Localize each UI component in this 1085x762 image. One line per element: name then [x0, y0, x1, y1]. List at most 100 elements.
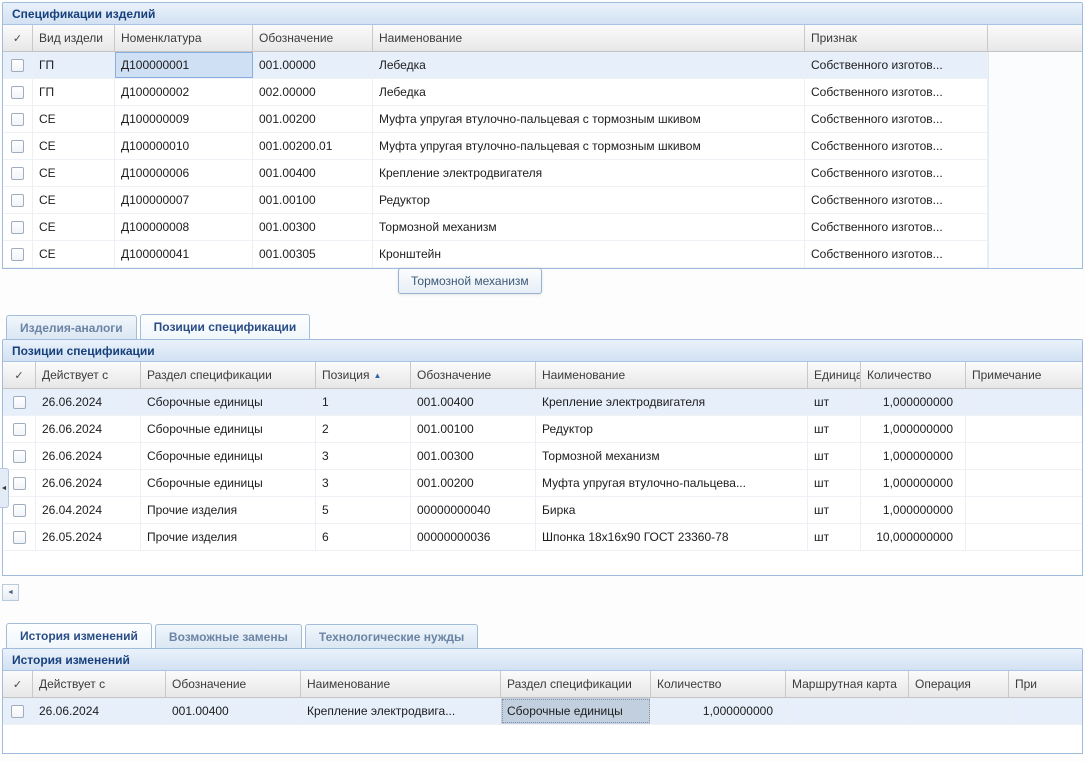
cell-check: [3, 241, 33, 267]
cell-quantity: 1,000000000: [861, 497, 966, 523]
history-header-row: ✓ Действует с Обозначение Наименование Р…: [3, 671, 1082, 698]
cell-note: [966, 389, 1082, 415]
tab-spec-positions[interactable]: Позиции спецификации: [140, 314, 311, 339]
cell-nomenclature: Д100000010: [115, 133, 253, 159]
positions-header-row: ✓ Действует с Раздел спецификации Позици…: [3, 362, 1082, 389]
row-checkbox[interactable]: [11, 86, 24, 99]
cell-nomenclature: Д100000007: [115, 187, 253, 213]
cell-designation: 001.00400: [253, 160, 373, 186]
row-checkbox[interactable]: [11, 113, 24, 126]
column-header-name[interactable]: Наименование: [536, 362, 808, 388]
cell-valid-from: 26.06.2024: [36, 470, 141, 496]
cell-position: 1: [316, 389, 411, 415]
cell-designation: 001.00400: [411, 389, 536, 415]
row-checkbox[interactable]: [11, 167, 24, 180]
row-checkbox[interactable]: [11, 59, 24, 72]
cell-position: 2: [316, 416, 411, 442]
cell-valid-from: 26.06.2024: [36, 389, 141, 415]
row-checkbox[interactable]: [13, 450, 26, 463]
horizontal-scrollbar[interactable]: ◄: [2, 584, 1083, 601]
column-header-note[interactable]: Примечание: [966, 362, 1082, 388]
column-header-attribute[interactable]: Признак: [805, 25, 988, 51]
cell-note: [966, 416, 1082, 442]
table-row[interactable]: 26.06.2024 Сборочные единицы 3 001.00200…: [3, 470, 1082, 497]
table-row[interactable]: ГП Д100000002 002.00000 Лебедка Собствен…: [3, 79, 988, 106]
row-checkbox[interactable]: [11, 140, 24, 153]
row-checkbox[interactable]: [13, 423, 26, 436]
column-header-section[interactable]: Раздел спецификации: [141, 362, 316, 388]
column-header-quantity[interactable]: Количество: [861, 362, 966, 388]
select-all-header[interactable]: ✓: [3, 671, 33, 697]
scroll-left-icon: ◄: [7, 589, 14, 596]
table-row[interactable]: 26.06.2024 001.00400 Крепление электродв…: [3, 698, 1082, 725]
cell-attribute: Собственного изготов...: [805, 133, 988, 159]
column-header-label: Позиция: [322, 368, 369, 382]
table-row[interactable]: 26.06.2024 Сборочные единицы 1 001.00400…: [3, 389, 1082, 416]
row-checkbox[interactable]: [13, 477, 26, 490]
tab-possible-replacements[interactable]: Возможные замены: [155, 624, 302, 648]
cell-designation: 00000000040: [411, 497, 536, 523]
table-row[interactable]: 26.04.2024 Прочие изделия 5 00000000040 …: [3, 497, 1082, 524]
column-header-designation[interactable]: Обозначение: [411, 362, 536, 388]
select-all-header[interactable]: ✓: [3, 362, 36, 388]
column-header-valid-from[interactable]: Действует с: [33, 671, 166, 697]
tab-technological-needs[interactable]: Технологические нужды: [305, 624, 478, 648]
column-header-route-card[interactable]: Маршрутная карта: [786, 671, 909, 697]
column-header-nomenclature[interactable]: Номенклатура: [115, 25, 253, 51]
table-row[interactable]: СЕ Д100000006 001.00400 Крепление электр…: [3, 160, 988, 187]
splitter-collapse-button[interactable]: ◄: [0, 468, 9, 508]
cell-designation: 002.00000: [253, 79, 373, 105]
column-header-note[interactable]: При: [1009, 671, 1082, 697]
column-header-vid[interactable]: Вид издели: [33, 25, 115, 51]
cell-attribute: Собственного изготов...: [805, 52, 988, 78]
column-header-operation[interactable]: Операция: [909, 671, 1009, 697]
cell-designation: 001.00000: [253, 52, 373, 78]
cell-note: [1009, 698, 1082, 724]
table-row[interactable]: 26.06.2024 Сборочные единицы 2 001.00100…: [3, 416, 1082, 443]
row-checkbox[interactable]: [11, 221, 24, 234]
column-header-name[interactable]: Наименование: [301, 671, 501, 697]
spec-positions-panel: Позиции спецификации ✓ Действует с Разде…: [2, 339, 1083, 576]
cell-unit: шт: [808, 497, 861, 523]
row-checkbox[interactable]: [13, 504, 26, 517]
column-header-position[interactable]: Позиция▲: [316, 362, 411, 388]
table-row[interactable]: СЕ Д100000041 001.00305 Кронштейн Собств…: [3, 241, 988, 268]
table-row[interactable]: СЕ Д100000010 001.00200.01 Муфта упругая…: [3, 133, 988, 160]
cell-vid: СЕ: [33, 214, 115, 240]
checkmark-icon: ✓: [14, 369, 23, 382]
table-row[interactable]: СЕ Д100000007 001.00100 Редуктор Собстве…: [3, 187, 988, 214]
cell-name: Редуктор: [373, 187, 805, 213]
table-row[interactable]: ГП Д100000001 001.00000 Лебедка Собствен…: [3, 52, 988, 79]
column-header-valid-from[interactable]: Действует с: [36, 362, 141, 388]
tooltip: Тормозной механизм: [398, 268, 542, 294]
table-row[interactable]: СЕ Д100000009 001.00200 Муфта упругая вт…: [3, 106, 988, 133]
column-header-unit[interactable]: Единица: [808, 362, 861, 388]
scroll-left-button[interactable]: ◄: [2, 584, 19, 601]
column-header-designation[interactable]: Обозначение: [253, 25, 373, 51]
row-checkbox[interactable]: [11, 194, 24, 207]
table-row[interactable]: СЕ Д100000008 001.00300 Тормозной механи…: [3, 214, 988, 241]
column-header-name[interactable]: Наименование: [373, 25, 805, 51]
cell-attribute: Собственного изготов...: [805, 241, 988, 267]
cell-valid-from: 26.06.2024: [36, 443, 141, 469]
row-checkbox[interactable]: [11, 248, 24, 261]
column-header-designation[interactable]: Обозначение: [166, 671, 301, 697]
cell-attribute: Собственного изготов...: [805, 160, 988, 186]
cell-vid: СЕ: [33, 160, 115, 186]
tab-change-history[interactable]: История изменений: [6, 623, 152, 648]
cell-name: Крепление электродвига...: [301, 698, 501, 724]
cell-check: [3, 443, 36, 469]
cell-position: 5: [316, 497, 411, 523]
row-checkbox[interactable]: [11, 705, 24, 718]
row-checkbox[interactable]: [13, 531, 26, 544]
select-all-header[interactable]: ✓: [3, 25, 33, 51]
cell-note: [966, 443, 1082, 469]
cell-nomenclature: Д100000008: [115, 214, 253, 240]
cell-check: [3, 79, 33, 105]
table-row[interactable]: 26.05.2024 Прочие изделия 6 00000000036 …: [3, 524, 1082, 551]
row-checkbox[interactable]: [13, 396, 26, 409]
column-header-section[interactable]: Раздел спецификации: [501, 671, 651, 697]
tab-analog-products[interactable]: Изделия-аналоги: [6, 315, 137, 339]
table-row[interactable]: 26.06.2024 Сборочные единицы 3 001.00300…: [3, 443, 1082, 470]
column-header-quantity[interactable]: Количество: [651, 671, 786, 697]
